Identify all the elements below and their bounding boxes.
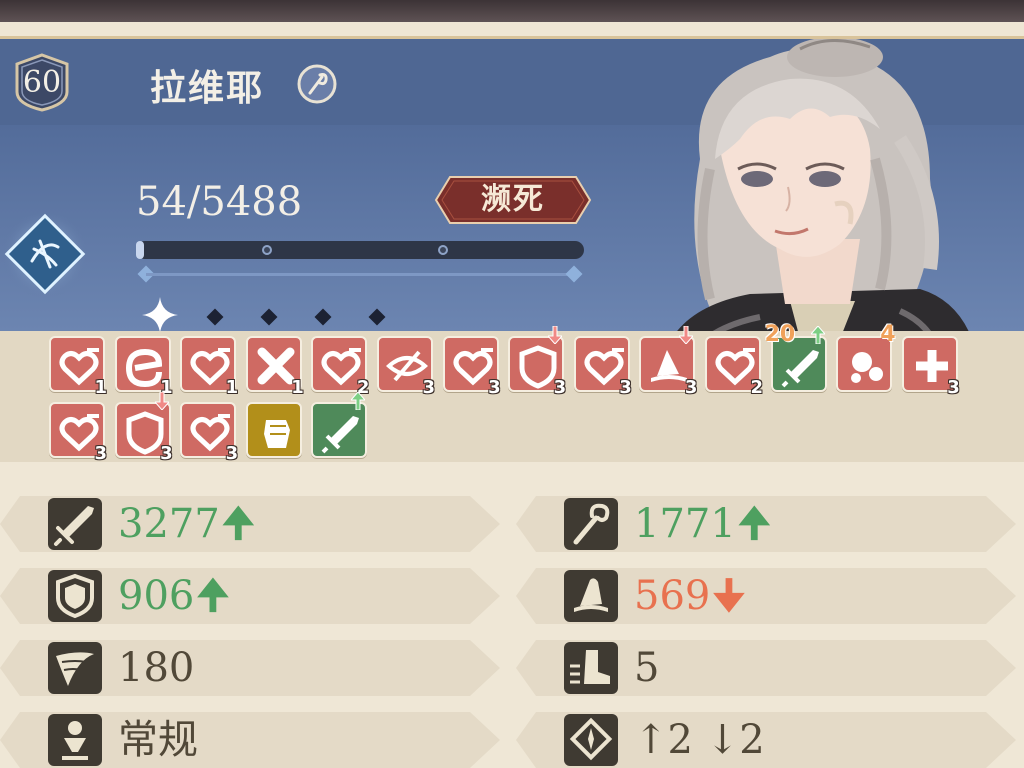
trend-up-arrow: 🠉 <box>221 501 255 547</box>
top-frame-bar <box>0 0 1024 22</box>
stat-row-attack: 3277🠉 <box>0 496 500 552</box>
sword-up-icon <box>321 416 360 454</box>
elevation-value: ↑2 ↓2 <box>634 717 765 763</box>
stat-row-movement: 5 <box>516 640 1016 696</box>
stack-count: 3 <box>947 377 960 398</box>
defense-value: 906🠉 <box>118 573 230 619</box>
heart-down-status-effect[interactable]: 3 <box>180 402 238 464</box>
arrow-up-icon <box>351 392 366 410</box>
hat-down-status-effect[interactable]: 3 <box>639 326 697 398</box>
sword-up-icon <box>781 350 819 388</box>
stack-count: 3 <box>160 443 173 464</box>
shield-down-status-effect[interactable]: 3 <box>114 392 173 464</box>
status-label: 濒死 <box>481 182 545 217</box>
trend-up-arrow: 🠉 <box>196 573 230 619</box>
stack-count: 1 <box>225 377 239 398</box>
movement-value: 5 <box>634 645 660 691</box>
fist-icon <box>263 420 290 448</box>
wind-element-icon[interactable] <box>0 209 90 299</box>
trend-up-arrow: 🠉 <box>737 501 771 547</box>
staff-icon <box>564 498 618 550</box>
hp-readout: 54/5488 <box>136 179 303 225</box>
person-type-icon <box>48 714 102 766</box>
stat-row-type: 常规 <box>0 712 500 768</box>
stat-row-defense: 906🠉 <box>0 568 500 624</box>
heart-down-status-effect[interactable]: 3 <box>442 336 501 398</box>
hp-bar <box>136 241 584 259</box>
stack-count: 1 <box>94 377 107 398</box>
heart-down-status-effect[interactable]: 1 <box>180 336 238 398</box>
stack-count: 3 <box>619 377 632 398</box>
shield-bar <box>136 265 584 283</box>
effect-value-label: 20 <box>764 322 796 347</box>
staff-class-icon[interactable] <box>296 63 338 105</box>
arrow-down-icon <box>548 326 563 344</box>
wizard-hat-icon <box>564 570 618 622</box>
sword-icon <box>48 498 102 550</box>
hp-bar-node <box>262 245 272 255</box>
sword-up-status-effect[interactable]: 20 <box>765 322 827 392</box>
heart-down-status-effect[interactable]: 1 <box>49 336 107 398</box>
top-frame-trim <box>0 22 1024 39</box>
stat-row-magic-defense: 569🠋 <box>516 568 1016 624</box>
wing-icon <box>48 642 102 694</box>
arrow-up-icon <box>810 326 825 344</box>
stack-count: 3 <box>684 377 698 398</box>
magic-defense-value: 569🠋 <box>634 573 746 619</box>
stack-count: 2 <box>750 377 763 398</box>
heart-down-status-effect[interactable]: 2 <box>705 336 763 398</box>
boot-icon <box>564 642 618 694</box>
stack-count: 3 <box>94 443 107 464</box>
energy-e-status-effect[interactable]: 1 <box>114 336 173 398</box>
sword-up-status-effect[interactable] <box>311 392 368 458</box>
bubbles-status-effect[interactable]: 4 <box>836 322 896 392</box>
effect-value-label: 4 <box>880 322 896 347</box>
attack-value: 3277🠉 <box>118 501 255 547</box>
arrow-down-icon <box>154 392 169 410</box>
shield-icon <box>48 570 102 622</box>
jump-icon <box>564 714 618 766</box>
character-name: 拉维耶 <box>150 68 265 109</box>
stack-count: 3 <box>488 377 501 398</box>
status-effects-panel: 1 1 1 1 2 3 3 3 3 3 2 20 4 3 3 3 3 <box>0 322 1024 464</box>
hp-bar-fill <box>136 241 144 259</box>
level-value: 60 <box>22 64 62 100</box>
cross-cancel-status-effect[interactable]: 1 <box>245 336 304 398</box>
trend-down-arrow: 🠋 <box>712 573 746 619</box>
level-badge: 60 <box>12 52 72 112</box>
heart-down-status-effect[interactable]: 3 <box>573 336 632 398</box>
eye-blind-status-effect[interactable]: 3 <box>377 336 435 398</box>
status-badge: 濒死 <box>434 175 592 225</box>
stack-count: 3 <box>553 377 567 398</box>
sparkle-filled-icon <box>142 297 178 331</box>
fist-status-effect[interactable] <box>245 402 302 458</box>
bubbles-icon <box>851 352 884 383</box>
stack-count: 3 <box>225 443 239 464</box>
speed-value: 180 <box>118 645 195 691</box>
magic-attack-value: 1771🠉 <box>634 501 771 547</box>
heart-down-status-effect[interactable]: 3 <box>49 402 107 464</box>
character-panel: 60 拉维耶 54/5488 濒死 <box>0 39 1024 331</box>
stat-row-elevation: ↑2 ↓2 <box>516 712 1016 768</box>
stat-row-speed: 180 <box>0 640 500 696</box>
character-portrait <box>677 39 969 331</box>
hp-bar-node <box>438 245 448 255</box>
type-value: 常规 <box>118 717 198 763</box>
stack-count: 3 <box>422 377 435 398</box>
cross-plus-status-effect[interactable]: 3 <box>901 336 960 398</box>
shield-down-status-effect[interactable]: 3 <box>508 326 566 398</box>
stack-count: 1 <box>291 377 304 398</box>
stat-row-magic-attack: 1771🠉 <box>516 496 1016 552</box>
stats-panel: 3277🠉 1771🠉 906🠉 569🠋 180 5 常规 ↑2 ↓2 <box>0 462 1024 768</box>
heart-down-status-effect[interactable]: 2 <box>311 336 369 398</box>
arrow-down-icon <box>679 326 694 344</box>
